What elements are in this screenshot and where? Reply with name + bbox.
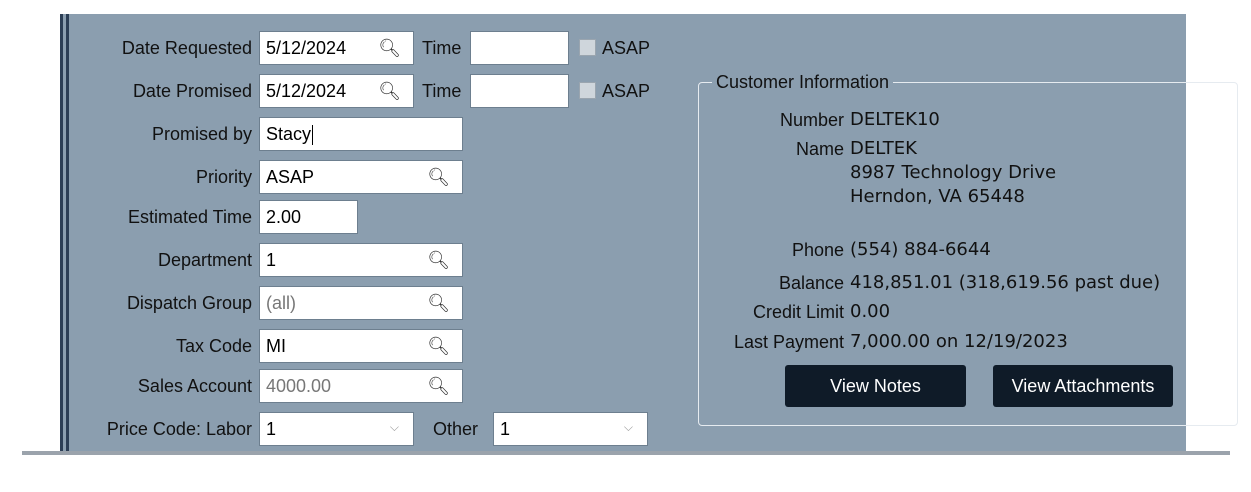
date-requested-input[interactable]: 5/12/2024 🔍︎: [259, 31, 414, 65]
search-icon[interactable]: 🔍︎: [378, 32, 401, 64]
dispatch-group-input[interactable]: (all) 🔍︎: [259, 286, 463, 320]
date-requested-value: 5/12/2024: [266, 38, 347, 58]
priority-input[interactable]: ASAP 🔍︎: [259, 160, 463, 194]
estimated-time-input[interactable]: 2.00: [259, 200, 358, 234]
time-label: Time: [422, 38, 462, 58]
asap-label: ASAP: [602, 81, 651, 101]
credit-limit-label: Credit Limit: [752, 302, 844, 322]
customer-address-line2: Herndon, VA 65448: [850, 186, 1025, 207]
customer-credit-limit: 0.00: [850, 301, 891, 322]
priority-label: Priority: [195, 167, 252, 187]
time-label: Time: [422, 81, 462, 101]
search-icon[interactable]: 🔍︎: [427, 330, 450, 362]
search-icon[interactable]: 🔍︎: [427, 161, 450, 193]
customer-name: DELTEK: [850, 138, 917, 159]
asap-checkbox[interactable]: [579, 82, 596, 99]
price-code-labor-label: Price Code: Labor: [106, 419, 252, 439]
asap-checkbox[interactable]: [579, 39, 596, 56]
balance-label: Balance: [778, 273, 844, 293]
tax-code-input[interactable]: MI 🔍︎: [259, 329, 463, 363]
other-label: Other: [433, 419, 479, 439]
sales-account-label: Sales Account: [137, 376, 252, 396]
left-border: [60, 14, 63, 452]
promised-by-input[interactable]: Stacy: [259, 117, 463, 151]
customer-info-title: Customer Information: [712, 70, 894, 94]
price-code-labor-select[interactable]: 1 ⌵: [259, 412, 414, 446]
name-label: Name: [795, 139, 844, 159]
customer-number: DELTEK10: [850, 109, 940, 130]
search-icon[interactable]: 🔍︎: [427, 370, 450, 402]
phone-label: Phone: [791, 240, 844, 260]
bottom-divider: [22, 451, 1230, 455]
department-value: 1: [266, 250, 277, 270]
asap-label: ASAP: [602, 38, 651, 58]
text-cursor: [312, 125, 314, 146]
promised-by-label: Promised by: [151, 124, 252, 144]
sales-account-input[interactable]: 4000.00 🔍︎: [259, 369, 463, 403]
customer-address-line1: 8987 Technology Drive: [850, 162, 1057, 183]
department-label: Department: [157, 250, 252, 270]
dispatch-group-value: (all): [266, 293, 296, 313]
date-promised-time-input[interactable]: [470, 74, 569, 108]
tax-code-value: MI: [266, 336, 286, 356]
date-promised-label: Date Promised: [132, 81, 252, 101]
promised-by-value: Stacy: [266, 124, 312, 144]
estimated-time-label: Estimated Time: [127, 207, 252, 227]
last-payment-label: Last Payment: [733, 332, 844, 352]
customer-phone: (554) 884-6644: [850, 239, 991, 260]
date-requested-label: Date Requested: [121, 38, 252, 58]
tax-code-label: Tax Code: [175, 336, 252, 356]
customer-balance: 418,851.01 (318,619.56 past due): [850, 272, 1161, 293]
left-border-inner: [66, 14, 69, 452]
date-promised-value: 5/12/2024: [266, 81, 347, 101]
date-promised-input[interactable]: 5/12/2024 🔍︎: [259, 74, 414, 108]
sales-account-value: 4000.00: [266, 376, 332, 396]
chevron-down-icon: ⌵: [389, 420, 399, 434]
price-code-other-value: 1: [500, 419, 511, 439]
department-input[interactable]: 1 🔍︎: [259, 243, 463, 277]
search-icon[interactable]: 🔍︎: [427, 244, 450, 276]
view-attachments-button[interactable]: View Attachments: [993, 365, 1173, 407]
dispatch-group-label: Dispatch Group: [126, 293, 252, 313]
customer-last-payment: 7,000.00 on 12/19/2023: [850, 331, 1068, 352]
price-code-other-select[interactable]: 1 ⌵: [493, 412, 648, 446]
search-icon[interactable]: 🔍︎: [427, 287, 450, 319]
chevron-down-icon: ⌵: [623, 420, 633, 434]
search-icon[interactable]: 🔍︎: [378, 75, 401, 107]
priority-value: ASAP: [266, 167, 315, 187]
view-notes-button[interactable]: View Notes: [785, 365, 966, 407]
price-code-labor-value: 1: [266, 419, 277, 439]
number-label: Number: [779, 110, 844, 130]
date-requested-time-input[interactable]: [470, 31, 569, 65]
